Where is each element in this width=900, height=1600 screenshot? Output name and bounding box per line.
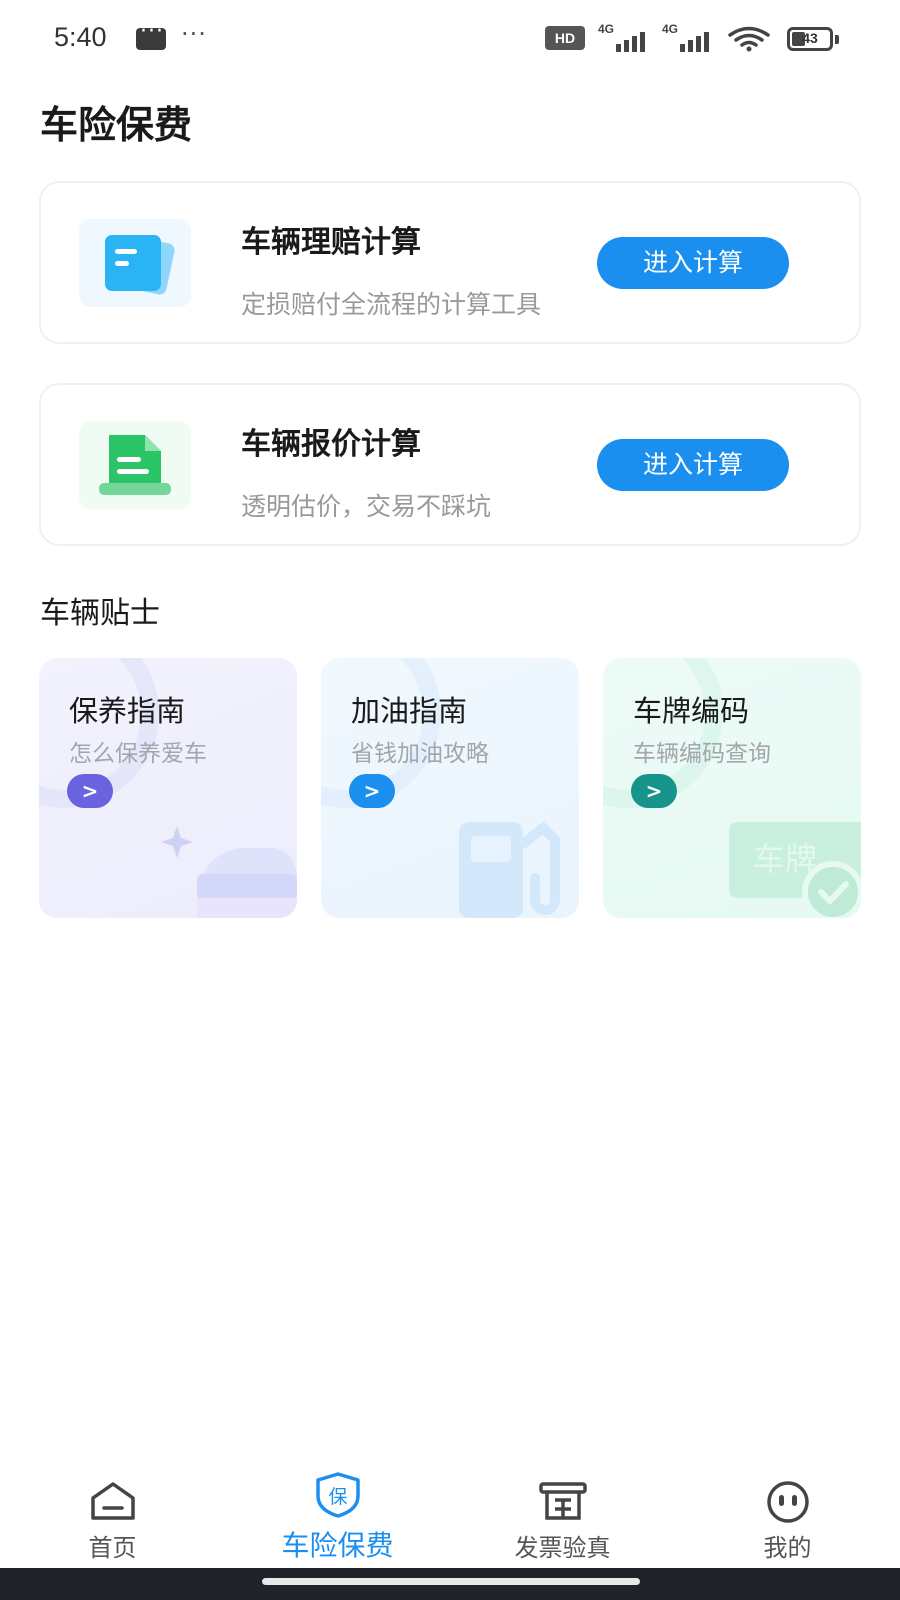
nav-item-profile[interactable]: 我的 xyxy=(675,1460,900,1568)
invoice-icon xyxy=(538,1482,587,1520)
claim-calculator-card[interactable]: 车辆理赔计算 定损赔付全流程的计算工具 进入计算 xyxy=(39,181,861,344)
nav-item-car-insurance[interactable]: 保 车险保费 xyxy=(225,1460,450,1568)
document-icon xyxy=(79,219,191,307)
nav-label: 首页 xyxy=(88,1534,137,1562)
quote-calculator-card[interactable]: 车辆报价计算 透明估价，交易不踩坑 进入计算 xyxy=(39,383,861,546)
nav-label: 发票验真 xyxy=(514,1534,611,1562)
chevron-right-icon[interactable]: > xyxy=(67,774,113,808)
tip-subtitle: 怎么保养爱车 xyxy=(69,741,207,767)
shield-icon: 保 xyxy=(315,1472,360,1518)
hd-badge: HD xyxy=(545,26,585,50)
shield-icon-text: 保 xyxy=(328,1486,347,1508)
license-plate-code-card[interactable]: 车牌 车牌编码 车辆编码查询 > xyxy=(603,658,861,918)
card-title: 车辆报价计算 xyxy=(241,427,421,462)
signal-icon-2: 4G xyxy=(662,22,718,52)
svg-text:车牌: 车牌 xyxy=(753,840,817,878)
status-bar: 5:40 ··· HD 4G 4G 43 xyxy=(0,0,900,78)
tip-subtitle: 车辆编码查询 xyxy=(633,741,771,767)
tip-title: 保养指南 xyxy=(69,694,186,728)
maintenance-guide-card[interactable]: 保养指南 怎么保养爱车 > xyxy=(39,658,297,918)
system-gesture-bar xyxy=(0,1568,900,1600)
more-notifications-icon: ··· xyxy=(181,20,207,48)
tip-subtitle: 省钱加油攻略 xyxy=(351,741,489,767)
car-illustration-icon xyxy=(161,826,297,918)
card-subtitle: 定损赔付全流程的计算工具 xyxy=(241,290,542,319)
nav-item-invoice-verify[interactable]: 发票验真 xyxy=(450,1460,675,1568)
wifi-icon xyxy=(728,26,770,52)
tips-section-title: 车辆贴士 xyxy=(40,596,160,631)
enter-quote-calculation-button[interactable]: 进入计算 xyxy=(597,439,789,491)
signal-icon-1: 4G xyxy=(598,22,654,52)
home-gesture-handle[interactable] xyxy=(262,1578,640,1585)
license-plate-icon: 车牌 xyxy=(729,822,861,918)
nav-label: 车险保费 xyxy=(281,1529,394,1562)
fuel-pump-icon xyxy=(459,821,560,918)
chevron-right-icon[interactable]: > xyxy=(349,774,395,808)
enter-claim-calculation-button[interactable]: 进入计算 xyxy=(597,237,789,289)
status-time: 5:40 xyxy=(54,22,107,52)
home-icon xyxy=(90,1482,135,1520)
bottom-navigation: 首页 保 车险保费 发票验真 我的 xyxy=(0,1460,900,1568)
file-icon xyxy=(79,421,191,509)
chevron-right-icon[interactable]: > xyxy=(631,774,677,808)
tip-title: 加油指南 xyxy=(351,694,468,728)
profile-icon xyxy=(766,1481,809,1523)
card-subtitle: 透明估价，交易不踩坑 xyxy=(241,492,492,521)
refuel-guide-card[interactable]: 加油指南 省钱加油攻略 > xyxy=(321,658,579,918)
battery-icon: 43 xyxy=(787,27,839,51)
tip-title: 车牌编码 xyxy=(633,694,750,728)
nav-label: 我的 xyxy=(763,1534,812,1562)
page-title: 车险保费 xyxy=(40,103,193,147)
card-title: 车辆理赔计算 xyxy=(241,225,421,260)
message-icon xyxy=(136,19,166,50)
nav-item-home[interactable]: 首页 xyxy=(0,1460,225,1568)
